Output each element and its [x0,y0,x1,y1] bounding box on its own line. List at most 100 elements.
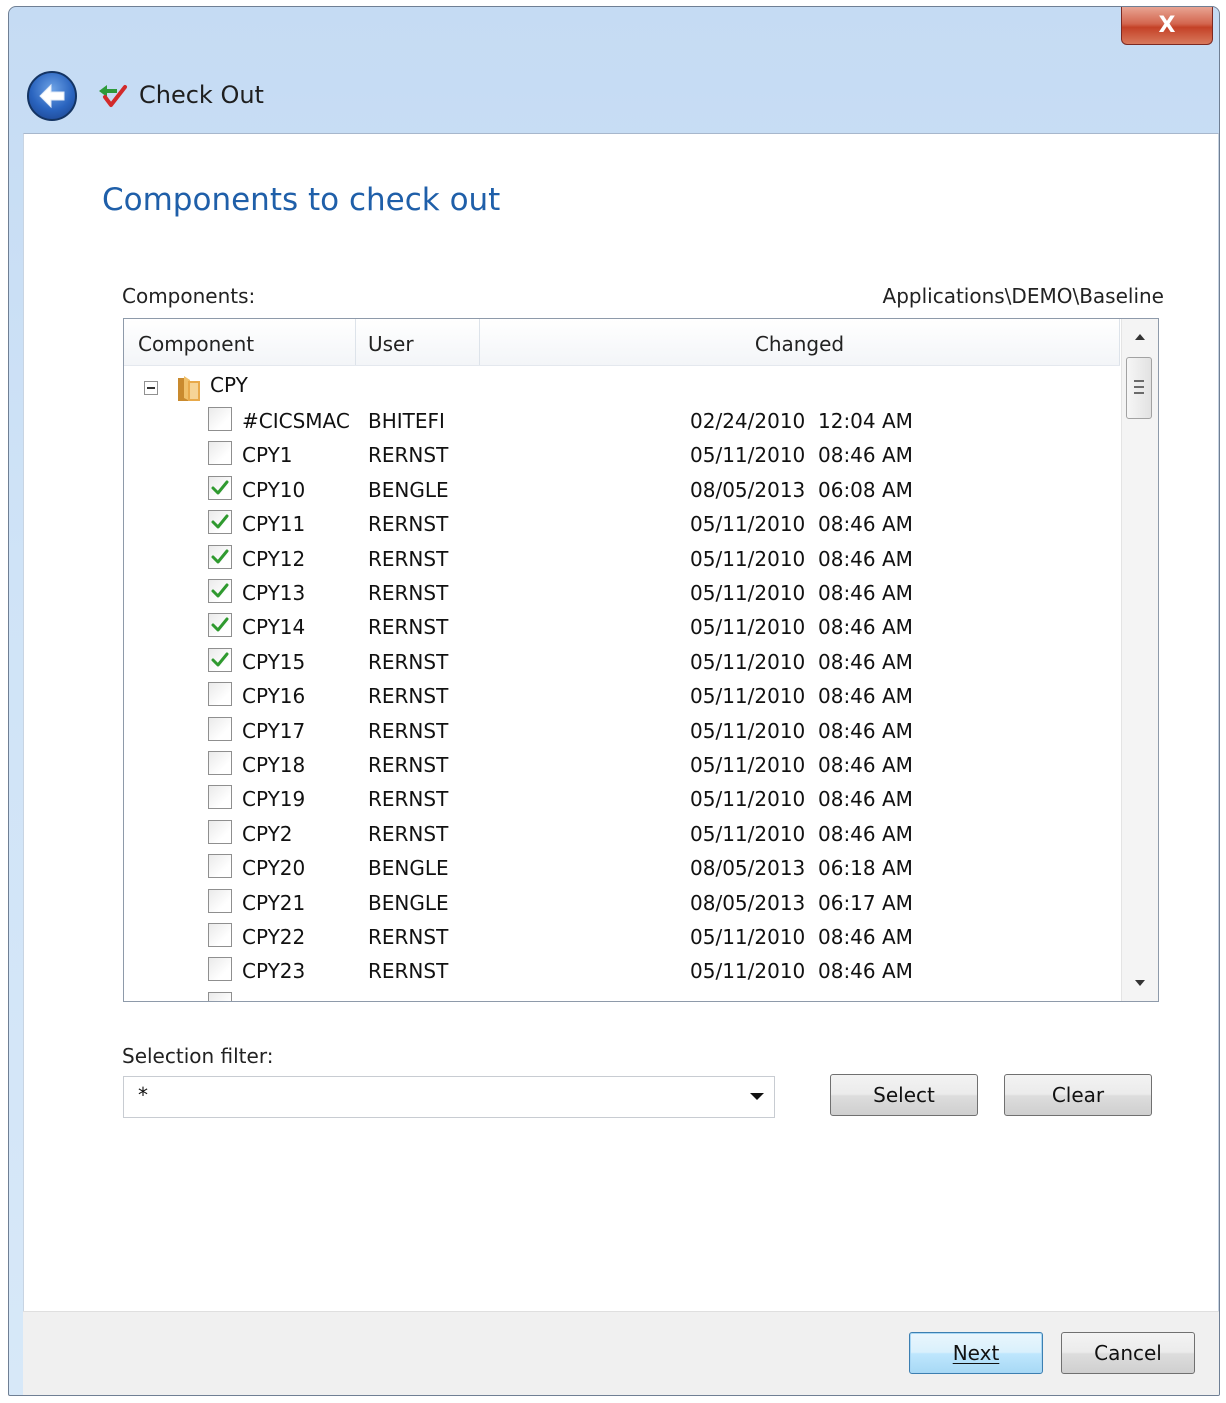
checkbox-unchecked[interactable] [208,682,232,707]
changed-cell: 05/11/2010 08:46 AM [690,546,913,571]
user-cell: BENGLE [368,856,449,881]
scroll-up-icon[interactable] [1122,319,1158,355]
changed-cell: 08/05/2013 06:17 AM [690,890,913,915]
checkmark-icon [211,583,229,598]
table-row[interactable]: CPY11 RERNST 05/11/2010 08:46 AM [124,506,1120,540]
checkbox-unchecked[interactable] [208,819,232,844]
scroll-down-icon[interactable] [1122,965,1158,1001]
checkbox-unchecked[interactable] [208,957,232,982]
table-row[interactable]: CPY12 RERNST 05/11/2010 08:46 AM [124,541,1120,575]
table-row[interactable]: CPY1 RERNST 05/11/2010 08:46 AM [124,437,1120,471]
table-row[interactable]: CPY14 RERNST 05/11/2010 08:46 AM [124,609,1120,643]
scroll-thumb[interactable] [1126,357,1152,419]
check-out-window: X Check Out Components to check out Comp… [8,6,1220,1396]
partial-row [124,988,1120,1001]
column-header-component[interactable]: Component [124,319,356,365]
checkbox-checked[interactable] [208,613,232,638]
table-row[interactable]: CPY15 RERNST 05/11/2010 08:46 AM [124,644,1120,678]
component-cell: CPY19 [242,787,306,812]
component-cell: CPY15 [242,649,306,674]
checkbox-checked[interactable] [208,510,232,535]
user-cell: RERNST [368,581,449,605]
table-row[interactable]: #CICSMAC BHITEFI 02/24/2010 12:04 AM [124,403,1120,437]
changed-cell: 05/11/2010 08:46 AM [690,787,913,812]
table-row[interactable]: CPY22 RERNST 05/11/2010 08:46 AM [124,919,1120,953]
user-cell: BHITEFI [368,409,445,433]
checkbox-checked[interactable] [208,647,232,672]
user-cell: RERNST [368,512,449,537]
table-row[interactable]: CPY20 BENGLE 08/05/2013 06:18 AM [124,850,1120,884]
table-row[interactable]: CPY19 RERNST 05/11/2010 08:46 AM [124,781,1120,815]
table-row[interactable]: CPY10 BENGLE 08/05/2013 06:08 AM [124,472,1120,506]
table-row[interactable]: CPY2 RERNST 05/11/2010 08:46 AM [124,816,1120,850]
changed-cell: 05/11/2010 08:46 AM [690,753,913,777]
checkbox-unchecked[interactable] [208,923,232,947]
changed-cell: 05/11/2010 08:46 AM [690,684,913,709]
checkbox-checked[interactable] [208,579,232,603]
baseline-path: Applications\DEMO\Baseline [882,284,1164,308]
collapse-icon[interactable] [144,381,158,395]
select-button[interactable]: Select [830,1074,978,1116]
next-button[interactable]: Next [909,1332,1043,1374]
selection-filter-label: Selection filter: [122,1044,274,1068]
back-button[interactable] [27,71,77,121]
changed-cell: 05/11/2010 08:46 AM [690,925,913,949]
table-row[interactable]: CPY13 RERNST 05/11/2010 08:46 AM [124,575,1120,609]
component-cell: CPY13 [242,581,306,605]
changed-cell: 05/11/2010 08:46 AM [690,615,913,640]
cancel-button[interactable]: Cancel [1061,1332,1195,1374]
user-cell: RERNST [368,615,449,640]
table-row[interactable]: CPY17 RERNST 05/11/2010 08:46 AM [124,713,1120,747]
components-grid[interactable]: Component User Changed CPY #CICSMAC BHITE… [123,318,1159,1002]
changed-cell: 05/11/2010 08:46 AM [690,581,913,605]
user-cell: RERNST [368,925,449,949]
user-cell: RERNST [368,684,449,709]
table-row[interactable]: CPY23 RERNST 05/11/2010 08:46 AM [124,953,1120,987]
column-header-user[interactable]: User [356,319,480,365]
user-cell: RERNST [368,546,449,571]
checkbox-unchecked[interactable] [208,441,232,466]
component-cell: CPY20 [242,856,306,881]
checkbox-unchecked[interactable] [208,991,232,1001]
vertical-scrollbar[interactable] [1121,319,1158,1001]
component-cell: CPY12 [242,546,306,571]
close-button[interactable]: X [1121,7,1213,45]
checkbox-unchecked[interactable] [208,888,232,913]
folder-icon [178,376,200,401]
checkbox-unchecked[interactable] [208,716,232,741]
checkbox-unchecked[interactable] [208,751,232,775]
dropdown-arrow-icon[interactable] [750,1093,764,1100]
checkbox-checked[interactable] [208,475,232,500]
checkmark-icon [211,617,229,632]
selection-filter-value[interactable]: * [138,1083,148,1107]
group-row-cpy[interactable]: CPY [124,369,1120,403]
table-row[interactable]: CPY16 RERNST 05/11/2010 08:46 AM [124,678,1120,712]
checkmark-icon [211,514,229,529]
changed-cell: 05/11/2010 08:46 AM [690,649,913,674]
table-row[interactable]: CPY18 RERNST 05/11/2010 08:46 AM [124,747,1120,781]
user-cell: RERNST [368,718,449,743]
column-header-changed[interactable]: Changed [480,319,1120,365]
component-cell: CPY21 [242,890,306,915]
user-cell: BENGLE [368,890,449,915]
component-cell: CPY18 [242,753,306,777]
footer-bar: Next Cancel [23,1311,1219,1395]
component-cell: CPY11 [242,512,306,537]
checkbox-unchecked[interactable] [208,407,232,431]
clear-button[interactable]: Clear [1004,1074,1152,1116]
window-title: Check Out [139,81,264,109]
checkmark-icon [211,549,229,564]
checkbox-unchecked[interactable] [208,785,232,810]
checkbox-unchecked[interactable] [208,854,232,879]
user-cell: RERNST [368,443,449,468]
checkmark-icon [211,480,229,495]
group-label: CPY [210,373,248,397]
selection-filter-combo[interactable]: * [123,1076,775,1118]
component-cell: CPY22 [242,925,306,949]
user-cell: RERNST [368,787,449,812]
component-cell: CPY17 [242,718,306,743]
table-row[interactable]: CPY21 BENGLE 08/05/2013 06:17 AM [124,885,1120,919]
checkbox-checked[interactable] [208,544,232,569]
changed-cell: 05/11/2010 08:46 AM [690,512,913,537]
user-cell: RERNST [368,959,449,984]
